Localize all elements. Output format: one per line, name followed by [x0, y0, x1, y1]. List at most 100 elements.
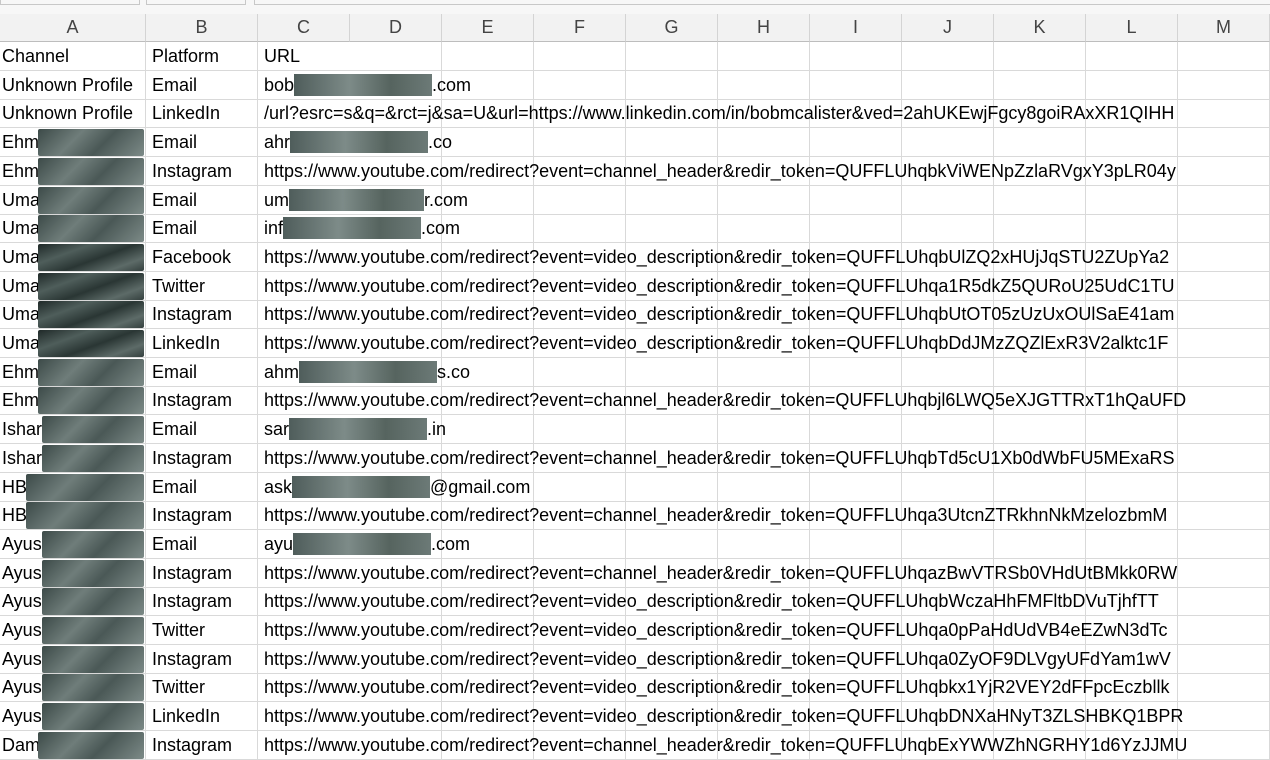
cell-platform[interactable]: Instagram [150, 386, 258, 416]
column-header-h[interactable]: H [718, 14, 810, 42]
cell-url[interactable]: https://www.youtube.com/redirect?event=v… [262, 645, 1270, 674]
cell-url-text: https://www.youtube.com/redirect?event=c… [264, 734, 1188, 755]
table-row: Uma LinkedIn https://www.youtube.com/redir… [0, 329, 1270, 358]
sheet-tab-strip [0, 0, 1270, 14]
cell-url-suffix: s.co [437, 361, 471, 382]
cell-platform[interactable]: Email [150, 472, 258, 502]
cell-platform[interactable]: Instagram [150, 558, 258, 588]
table-row: Ayus Instagram https://www.youtube.com/red… [0, 644, 1270, 674]
cell-platform[interactable]: Email [150, 529, 258, 559]
cell-platform[interactable]: Instagram [150, 443, 258, 473]
cell-platform[interactable]: LinkedIn [150, 329, 258, 358]
cell-platform[interactable]: Instagram [150, 730, 258, 760]
cell-platform[interactable]: Twitter [150, 616, 258, 645]
redaction-blur [42, 703, 144, 731]
cell-platform[interactable]: LinkedIn [150, 99, 258, 129]
table-row: Unknown Profile LinkedIn/url?esrc=s&q=&rc… [0, 99, 1270, 129]
cell-platform[interactable]: Email [150, 128, 258, 158]
table-row: Ayus Instagram https://www.youtube.com/red… [0, 587, 1270, 617]
cell-url-text: um [264, 189, 290, 210]
cell-platform[interactable]: Email [150, 185, 258, 215]
column-header-l[interactable]: L [1086, 14, 1178, 42]
table-row: Uma Facebook https://www.youtube.com/redir… [0, 242, 1270, 272]
cell-url[interactable]: https://www.youtube.com/redirect?event=v… [262, 272, 1270, 301]
column-header-e[interactable]: E [442, 14, 534, 42]
cell-url[interactable]: ayu .com [262, 530, 1270, 559]
cell-platform[interactable]: Email [150, 214, 258, 244]
table-row: Channel Platform URL [0, 42, 1270, 71]
cell-url[interactable]: ahr .co [262, 128, 1270, 158]
cell-url[interactable]: https://www.youtube.com/redirect?event=v… [262, 300, 1270, 330]
cell-url[interactable]: ask @gmail.com [262, 473, 1270, 502]
table-row: Ishar Instagram https://www.youtube.com/re… [0, 443, 1270, 473]
redaction-blur [290, 131, 429, 154]
cell-url[interactable]: URL [262, 42, 1270, 71]
column-header-d[interactable]: D [350, 14, 442, 42]
cell-platform[interactable]: Platform [150, 42, 258, 71]
table-row: Ehm Email ahr .co [0, 128, 1270, 158]
cell-url[interactable]: https://www.youtube.com/redirect?event=v… [262, 243, 1270, 272]
cell-url[interactable]: https://www.youtube.com/redirect?event=c… [262, 559, 1270, 588]
cell-url[interactable]: https://www.youtube.com/redirect?event=v… [262, 329, 1270, 358]
cell-channel[interactable]: Unknown Profile [0, 99, 146, 129]
cell-url-text: ayu [264, 533, 294, 554]
column-header-j[interactable]: J [902, 14, 994, 42]
cell-url[interactable]: https://www.youtube.com/redirect?event=c… [262, 444, 1270, 473]
cell-platform[interactable]: Email [150, 357, 258, 387]
cell-channel[interactable]: Unknown Profile [0, 70, 146, 100]
redaction-blur [38, 129, 144, 157]
cell-platform[interactable]: Email [150, 70, 258, 100]
cell-url[interactable]: https://www.youtube.com/redirect?event=v… [262, 673, 1270, 703]
column-header-g[interactable]: G [626, 14, 718, 42]
cell-platform[interactable]: Facebook [150, 242, 258, 272]
cell-platform[interactable]: Twitter [150, 673, 258, 703]
cell-url[interactable]: sar .in [262, 415, 1270, 445]
cell-url-suffix: r.com [424, 189, 469, 210]
cell-platform[interactable]: Email [150, 415, 258, 445]
cell-url-text: https://www.youtube.com/redirect?event=v… [264, 620, 1168, 640]
column-header-k[interactable]: K [994, 14, 1086, 42]
redaction-blur [42, 674, 144, 702]
column-header-c[interactable]: C [258, 14, 350, 42]
cell-url[interactable]: https://www.youtube.com/redirect?event=v… [262, 702, 1270, 732]
cell-platform[interactable]: Instagram [150, 587, 258, 617]
column-header-a[interactable]: A [0, 14, 146, 42]
cell-url-text: https://www.youtube.com/redirect?event=c… [264, 505, 1168, 526]
table-row: Ayus Email ayu .com [0, 529, 1270, 559]
cell-url[interactable]: https://www.youtube.com/redirect?event=c… [262, 157, 1270, 186]
cell-platform[interactable]: Instagram [150, 501, 258, 531]
cell-url-text: https://www.youtube.com/redirect?event=v… [264, 275, 1175, 296]
column-header-i[interactable]: I [810, 14, 902, 42]
cell-url[interactable]: um r.com [262, 186, 1270, 215]
cell-url[interactable]: inf .com [262, 214, 1270, 244]
redaction-blur [38, 243, 144, 271]
redaction-blur [42, 617, 144, 644]
cell-url[interactable]: https://www.youtube.com/redirect?event=c… [262, 386, 1270, 416]
column-header-b[interactable]: B [146, 14, 258, 42]
cell-url-text: ahr [264, 132, 291, 153]
cell-platform[interactable]: Instagram [150, 300, 258, 330]
redaction-blur [289, 418, 428, 441]
cell-url[interactable]: https://www.youtube.com/redirect?event=c… [262, 501, 1270, 531]
cell-platform[interactable]: Instagram [150, 644, 258, 674]
cell-platform[interactable]: LinkedIn [150, 702, 258, 732]
redaction-blur [294, 73, 433, 96]
cell-url[interactable]: bob .com [262, 71, 1270, 100]
cell-platform[interactable]: Instagram [150, 156, 258, 186]
column-header-f[interactable]: F [534, 14, 626, 42]
column-header-m[interactable]: M [1178, 14, 1270, 42]
cell-url[interactable]: ahm s.co [262, 358, 1270, 387]
redaction-blur [289, 188, 425, 211]
table-row: Ayus Twitter https://www.youtube.com/redir… [0, 616, 1270, 645]
cell-url[interactable]: https://www.youtube.com/redirect?event=c… [262, 731, 1270, 760]
cell-url[interactable]: https://www.youtube.com/redirect?event=v… [262, 587, 1270, 617]
redaction-blur [42, 530, 144, 558]
redaction-blur [26, 502, 144, 530]
cell-url-text: https://www.youtube.com/redirect?event=c… [264, 562, 1178, 583]
cell-url[interactable]: https://www.youtube.com/redirect?event=v… [262, 616, 1270, 645]
cell-url[interactable]: /url?esrc=s&q=&rct=j&sa=U&url=https://ww… [262, 99, 1270, 129]
cell-url-text: https://www.youtube.com/redirect?event=c… [264, 390, 1187, 411]
cell-channel[interactable]: Channel [0, 42, 146, 71]
cell-platform[interactable]: Twitter [150, 271, 258, 301]
cell-url-suffix: @gmail.com [430, 476, 531, 497]
